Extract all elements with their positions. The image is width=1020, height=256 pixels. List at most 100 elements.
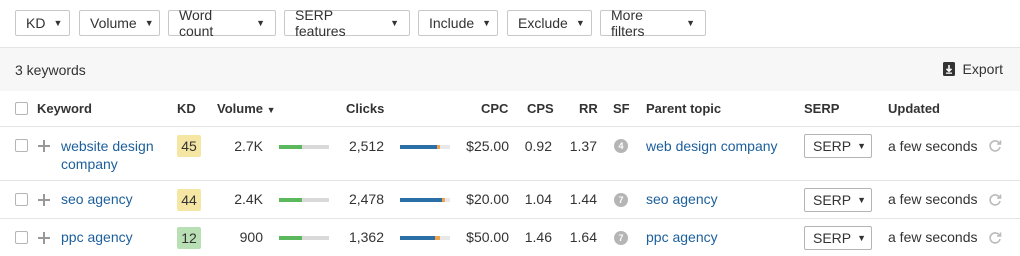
chevron-down-icon: ▼ — [575, 18, 585, 28]
volume-value: 2.4K — [234, 191, 263, 207]
filter-bar: KD ▼ Volume ▼ Word count ▼ SERP features… — [0, 0, 1020, 48]
cps-value: 1.04 — [524, 191, 552, 207]
chevron-down-icon: ▼ — [857, 195, 867, 205]
keyword-link[interactable]: ppc agency — [61, 229, 133, 245]
filter-serp-features-button[interactable]: SERP features ▼ — [284, 7, 410, 39]
parent-topic-link[interactable]: seo agency — [646, 191, 718, 207]
export-label: Export — [962, 61, 1003, 77]
clicks-value: 2,478 — [348, 191, 384, 207]
rr-value: 1.44 — [569, 191, 597, 207]
header-rr[interactable]: RR — [579, 101, 598, 116]
add-to-list-icon[interactable] — [38, 194, 50, 206]
header-volume[interactable]: Volume ▼ — [217, 101, 276, 116]
filter-word-count-button[interactable]: Word count ▼ — [168, 7, 276, 39]
volume-value: 2.7K — [234, 138, 263, 154]
chevron-down-icon: ▼ — [144, 18, 154, 28]
parent-topic-link[interactable]: ppc agency — [646, 229, 718, 245]
sort-desc-icon: ▼ — [266, 105, 276, 115]
filter-include-label: Include — [429, 15, 475, 31]
clicks-bar-paid — [437, 145, 440, 149]
updated-value: a few seconds — [888, 229, 978, 245]
row-checkbox[interactable] — [15, 231, 28, 244]
parent-topic-link[interactable]: web design company — [646, 138, 778, 154]
chevron-down-icon: ▼ — [686, 18, 695, 28]
chevron-down-icon: ▼ — [53, 18, 63, 28]
kd-badge: 44 — [177, 189, 201, 211]
serp-dropdown[interactable]: SERP ▼ — [804, 134, 872, 158]
serp-features-badge[interactable]: 4 — [614, 139, 628, 153]
filter-exclude-button[interactable]: Exclude ▼ — [507, 10, 592, 36]
filter-more-button[interactable]: More filters ▼ — [600, 7, 706, 39]
updated-value: a few seconds — [888, 138, 978, 154]
header-keyword[interactable]: Keyword — [37, 101, 92, 116]
cpc-value: $20.00 — [466, 191, 509, 207]
updated-value: a few seconds — [888, 191, 978, 207]
header-serp: SERP — [804, 101, 840, 116]
filter-kd-button[interactable]: KD ▼ — [15, 10, 70, 36]
export-button[interactable]: Export — [942, 61, 1003, 77]
serp-dropdown[interactable]: SERP ▼ — [804, 188, 872, 212]
header-sf[interactable]: SF — [613, 101, 630, 116]
rr-value: 1.37 — [569, 138, 597, 154]
serp-dropdown[interactable]: SERP ▼ — [804, 226, 872, 250]
refresh-icon[interactable] — [988, 231, 1002, 245]
filter-exclude-label: Exclude — [518, 15, 568, 31]
serp-features-badge[interactable]: 7 — [614, 193, 628, 207]
results-summary: 3 keywords Export — [0, 48, 1020, 91]
add-to-list-icon[interactable] — [38, 232, 50, 244]
header-volume-label: Volume — [217, 101, 263, 116]
table-row: seo agency 44 2.4K 2,478 $20.00 1.04 1.4… — [0, 180, 1020, 218]
keyword-line-1: website design — [61, 138, 154, 154]
header-updated[interactable]: Updated — [888, 101, 940, 116]
chevron-down-icon: ▼ — [857, 233, 867, 243]
table-row: website design company 45 2.7K 2,512 $25… — [0, 126, 1020, 180]
cpc-value: $50.00 — [466, 229, 509, 245]
clicks-bar — [400, 145, 450, 149]
volume-bar — [279, 198, 329, 202]
chevron-down-icon: ▼ — [256, 18, 265, 28]
header-cps[interactable]: CPS — [527, 101, 554, 116]
header-parent-topic[interactable]: Parent topic — [646, 101, 721, 116]
row-checkbox[interactable] — [15, 139, 28, 152]
chevron-down-icon: ▼ — [857, 141, 867, 151]
clicks-bar-organic — [400, 198, 442, 202]
rr-value: 1.64 — [569, 229, 597, 245]
add-to-list-icon[interactable] — [38, 140, 50, 152]
keyword-link[interactable]: website design company — [61, 137, 154, 173]
clicks-bar-paid — [442, 198, 445, 202]
refresh-icon[interactable] — [988, 139, 1002, 153]
cps-value: 0.92 — [524, 138, 552, 154]
filter-volume-button[interactable]: Volume ▼ — [79, 10, 160, 36]
filter-include-button[interactable]: Include ▼ — [418, 10, 498, 36]
filter-serp-features-label: SERP features — [295, 7, 346, 39]
header-clicks[interactable]: Clicks — [346, 101, 384, 116]
filter-more-label: More filters — [611, 7, 645, 39]
kd-badge: 12 — [177, 227, 201, 249]
keyword-line-2: company — [61, 156, 118, 172]
clicks-bar-paid — [435, 236, 440, 240]
serp-features-badge[interactable]: 7 — [614, 231, 628, 245]
refresh-icon[interactable] — [988, 193, 1002, 207]
clicks-bar — [400, 236, 450, 240]
chevron-down-icon: ▼ — [390, 18, 399, 28]
clicks-bar — [400, 198, 450, 202]
chevron-down-icon: ▼ — [482, 18, 492, 28]
keyword-link[interactable]: seo agency — [61, 191, 133, 207]
volume-bar-fill — [279, 236, 302, 240]
kd-badge: 45 — [177, 135, 201, 157]
filter-word-count-label: Word count — [179, 7, 214, 39]
serp-dropdown-label: SERP — [813, 230, 852, 246]
header-cpc[interactable]: CPC — [481, 101, 508, 116]
clicks-value: 2,512 — [348, 138, 384, 154]
volume-bar-fill — [279, 198, 302, 202]
filter-volume-label: Volume — [90, 15, 137, 31]
volume-bar-fill — [279, 145, 302, 149]
select-all-checkbox[interactable] — [15, 102, 28, 115]
volume-bar — [279, 236, 329, 240]
row-checkbox[interactable] — [15, 193, 28, 206]
volume-value: 900 — [239, 229, 263, 245]
keyword-count: 3 keywords — [15, 62, 86, 78]
serp-dropdown-label: SERP — [813, 192, 852, 208]
clicks-bar-organic — [400, 236, 435, 240]
header-kd[interactable]: KD — [177, 101, 196, 116]
